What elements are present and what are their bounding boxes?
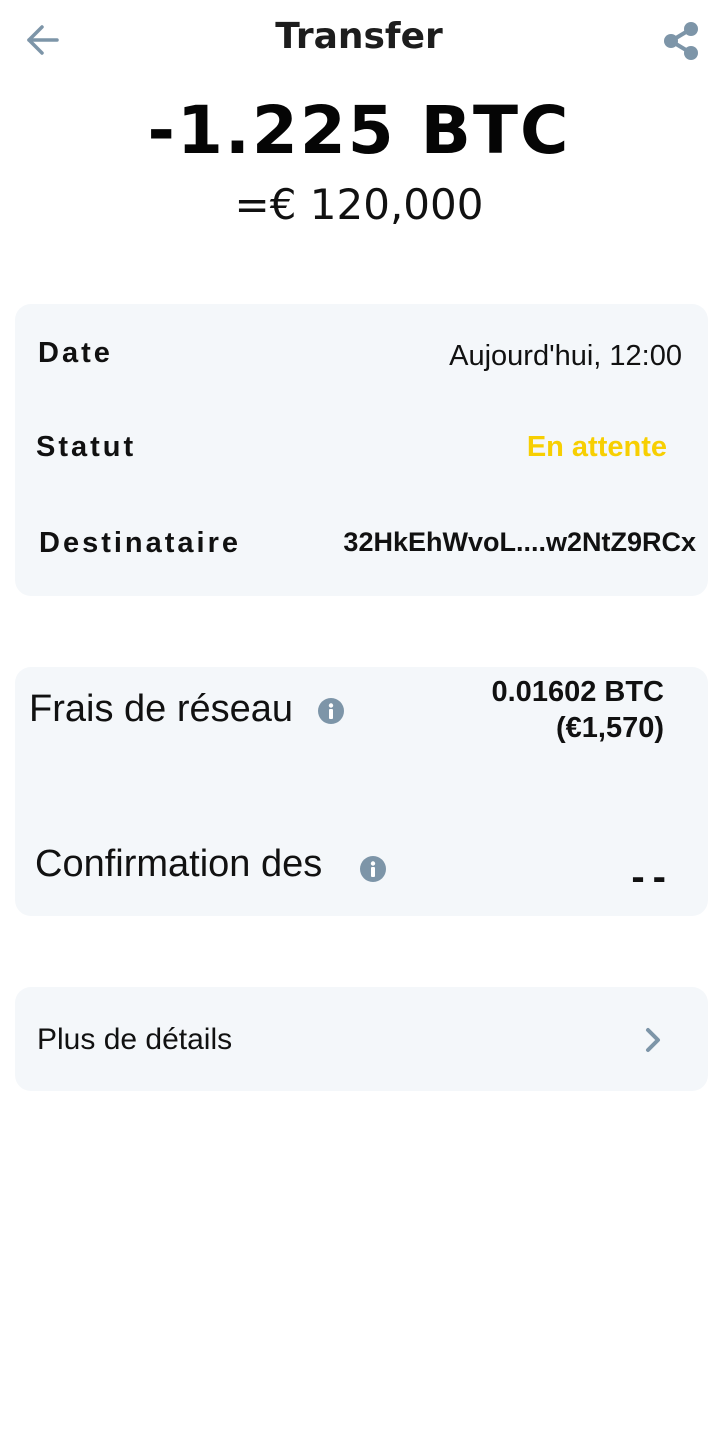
share-icon bbox=[664, 22, 698, 60]
confirmation-label: Confirmation des bbox=[35, 843, 323, 885]
chevron-right-icon bbox=[646, 1028, 660, 1052]
network-fee-value: 0.01602 BTC (€1,570) bbox=[492, 674, 665, 746]
more-details-label: Plus de détails bbox=[37, 1023, 233, 1056]
network-fee-label: Frais de réseau bbox=[29, 688, 294, 730]
more-details-button[interactable]: Plus de détails bbox=[15, 987, 708, 1091]
network-fee-info-icon[interactable] bbox=[318, 698, 344, 724]
fees-card: Frais de réseau 0.01602 BTC (€1,570) Con… bbox=[15, 667, 708, 916]
share-button[interactable] bbox=[656, 16, 706, 66]
fiat-equivalent: =€ 120,000 bbox=[234, 180, 484, 229]
recipient-address[interactable]: 32HkEhWvoL....w2NtZ9RCx bbox=[343, 527, 696, 558]
network-fee-btc: 0.01602 BTC bbox=[491, 676, 665, 708]
transaction-details-card: Date Aujourd'hui, 12:00 Statut En attent… bbox=[15, 304, 708, 596]
page-title: Transfer bbox=[275, 16, 443, 57]
header: Transfer bbox=[0, 0, 718, 84]
network-fee-fiat: (€1,570) bbox=[555, 712, 664, 744]
confirmation-value: -- bbox=[631, 855, 674, 899]
date-label: Date bbox=[38, 337, 113, 369]
transaction-amount: -1.225 BTC bbox=[147, 92, 571, 169]
status-label: Statut bbox=[36, 431, 137, 463]
status-badge: En attente bbox=[526, 431, 667, 463]
confirmation-info-icon[interactable] bbox=[360, 856, 386, 882]
date-value: Aujourd'hui, 12:00 bbox=[449, 340, 682, 372]
recipient-label: Destinataire bbox=[39, 527, 242, 559]
